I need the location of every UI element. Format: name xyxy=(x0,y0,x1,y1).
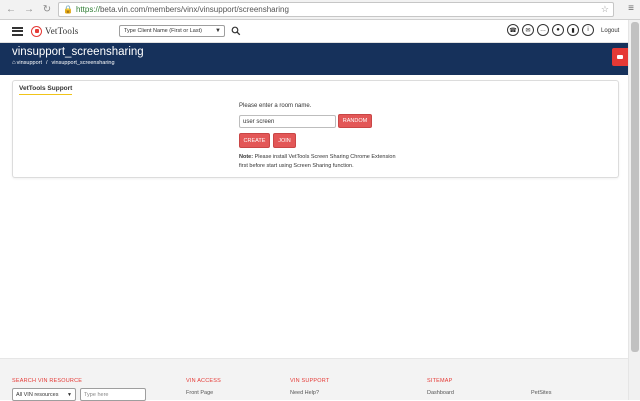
vin-resource-select[interactable]: All VIN resources ▼ xyxy=(12,388,76,401)
screensharing-card: VetTools Support Please enter a room nam… xyxy=(12,80,619,178)
reload-icon[interactable]: ↻ xyxy=(40,3,54,17)
chat-icon[interactable]: … xyxy=(537,24,549,36)
site-footer: SEARCH VIN RESOURCE All VIN resources ▼ … xyxy=(0,358,628,401)
info-icon[interactable]: i xyxy=(582,24,594,36)
breadcrumb-separator: / xyxy=(46,60,48,66)
client-select-placeholder: Type Client Name (First or Last) xyxy=(124,28,202,34)
chevron-down-icon: ▼ xyxy=(215,28,221,34)
breadcrumb: ⌂ vinsupport / vinsupport_screensharing xyxy=(12,60,115,66)
create-button[interactable]: CREATE xyxy=(239,133,270,148)
footer-heading-search: SEARCH VIN RESOURCE xyxy=(12,378,83,384)
join-button[interactable]: JOIN xyxy=(273,133,296,148)
logout-link[interactable]: Logout xyxy=(601,28,619,34)
back-icon[interactable]: ← xyxy=(4,3,18,17)
side-tab-button[interactable] xyxy=(612,48,628,66)
room-name-label: Please enter a room name. xyxy=(239,103,312,109)
breadcrumb-item-vinsupport[interactable]: vinsupport xyxy=(17,60,42,66)
footer-heading-access: VIN ACCESS xyxy=(186,378,222,384)
app-header: VetTools Type Client Name (First or Last… xyxy=(0,20,628,43)
ticket-icon xyxy=(617,55,623,59)
browser-menu-icon[interactable]: ≡ xyxy=(628,3,634,14)
phone-icon[interactable]: ☎ xyxy=(507,24,519,36)
page-title-bar: vinsupport_screensharing ⌂ vinsupport / … xyxy=(0,43,628,75)
logo-text: VetTools xyxy=(45,26,79,36)
room-name-input[interactable]: user screen xyxy=(239,115,336,128)
footer-link-front-page[interactable]: Front Page xyxy=(186,390,213,396)
vettools-logo-icon xyxy=(31,25,42,37)
bookmark-star-icon[interactable]: ☆ xyxy=(601,4,609,15)
footer-link-petsites[interactable]: PetSites xyxy=(531,390,551,396)
footer-heading-support: VIN SUPPORT xyxy=(290,378,330,384)
note-label: Note: xyxy=(239,154,254,160)
page-title: vinsupport_screensharing xyxy=(12,46,144,58)
search-icon[interactable] xyxy=(231,26,241,36)
card-title: VetTools Support xyxy=(19,85,73,95)
lock-icon: 🔒 xyxy=(63,5,73,14)
footer-search-input[interactable]: Type here xyxy=(80,388,146,401)
chevron-down-icon: ▼ xyxy=(67,392,72,398)
random-button[interactable]: RANDOM xyxy=(338,114,372,128)
hamburger-menu-icon[interactable] xyxy=(12,26,23,36)
forward-icon[interactable]: → xyxy=(22,3,36,17)
page-scrollbar[interactable] xyxy=(628,20,640,400)
notification-icon[interactable]: ● xyxy=(552,24,564,36)
note-text: Please install VetTools Screen Sharing C… xyxy=(239,154,396,169)
footer-heading-sitemap: SITEMAP xyxy=(427,378,453,384)
client-name-select[interactable]: Type Client Name (First or Last) ▼ xyxy=(119,25,225,37)
breadcrumb-item-current: vinsupport_screensharing xyxy=(51,60,115,66)
email-icon[interactable]: ✉ xyxy=(522,24,534,36)
url-scheme: https:// xyxy=(75,5,100,14)
footer-link-dashboard[interactable]: Dashboard xyxy=(427,390,454,396)
url-text: beta.vin.com/members/vinx/vinsupport/scr… xyxy=(99,5,289,14)
extension-note: Note: Please install VetTools Screen Sha… xyxy=(239,153,399,171)
home-icon[interactable]: ⌂ xyxy=(12,60,16,66)
header-icon-group: ☎ ✉ … ● ▮ i xyxy=(507,24,597,36)
microphone-icon[interactable]: ▮ xyxy=(567,24,579,36)
address-bar[interactable]: 🔒 https://beta.vin.com/members/vinx/vins… xyxy=(58,2,614,17)
scrollbar-thumb[interactable] xyxy=(631,22,639,352)
browser-toolbar: ← → ↻ 🔒 https://beta.vin.com/members/vin… xyxy=(0,0,640,20)
footer-link-need-help[interactable]: Need Help? xyxy=(290,390,319,396)
resource-select-value: All VIN resources xyxy=(16,391,59,398)
vettools-logo[interactable]: VetTools xyxy=(31,25,79,37)
